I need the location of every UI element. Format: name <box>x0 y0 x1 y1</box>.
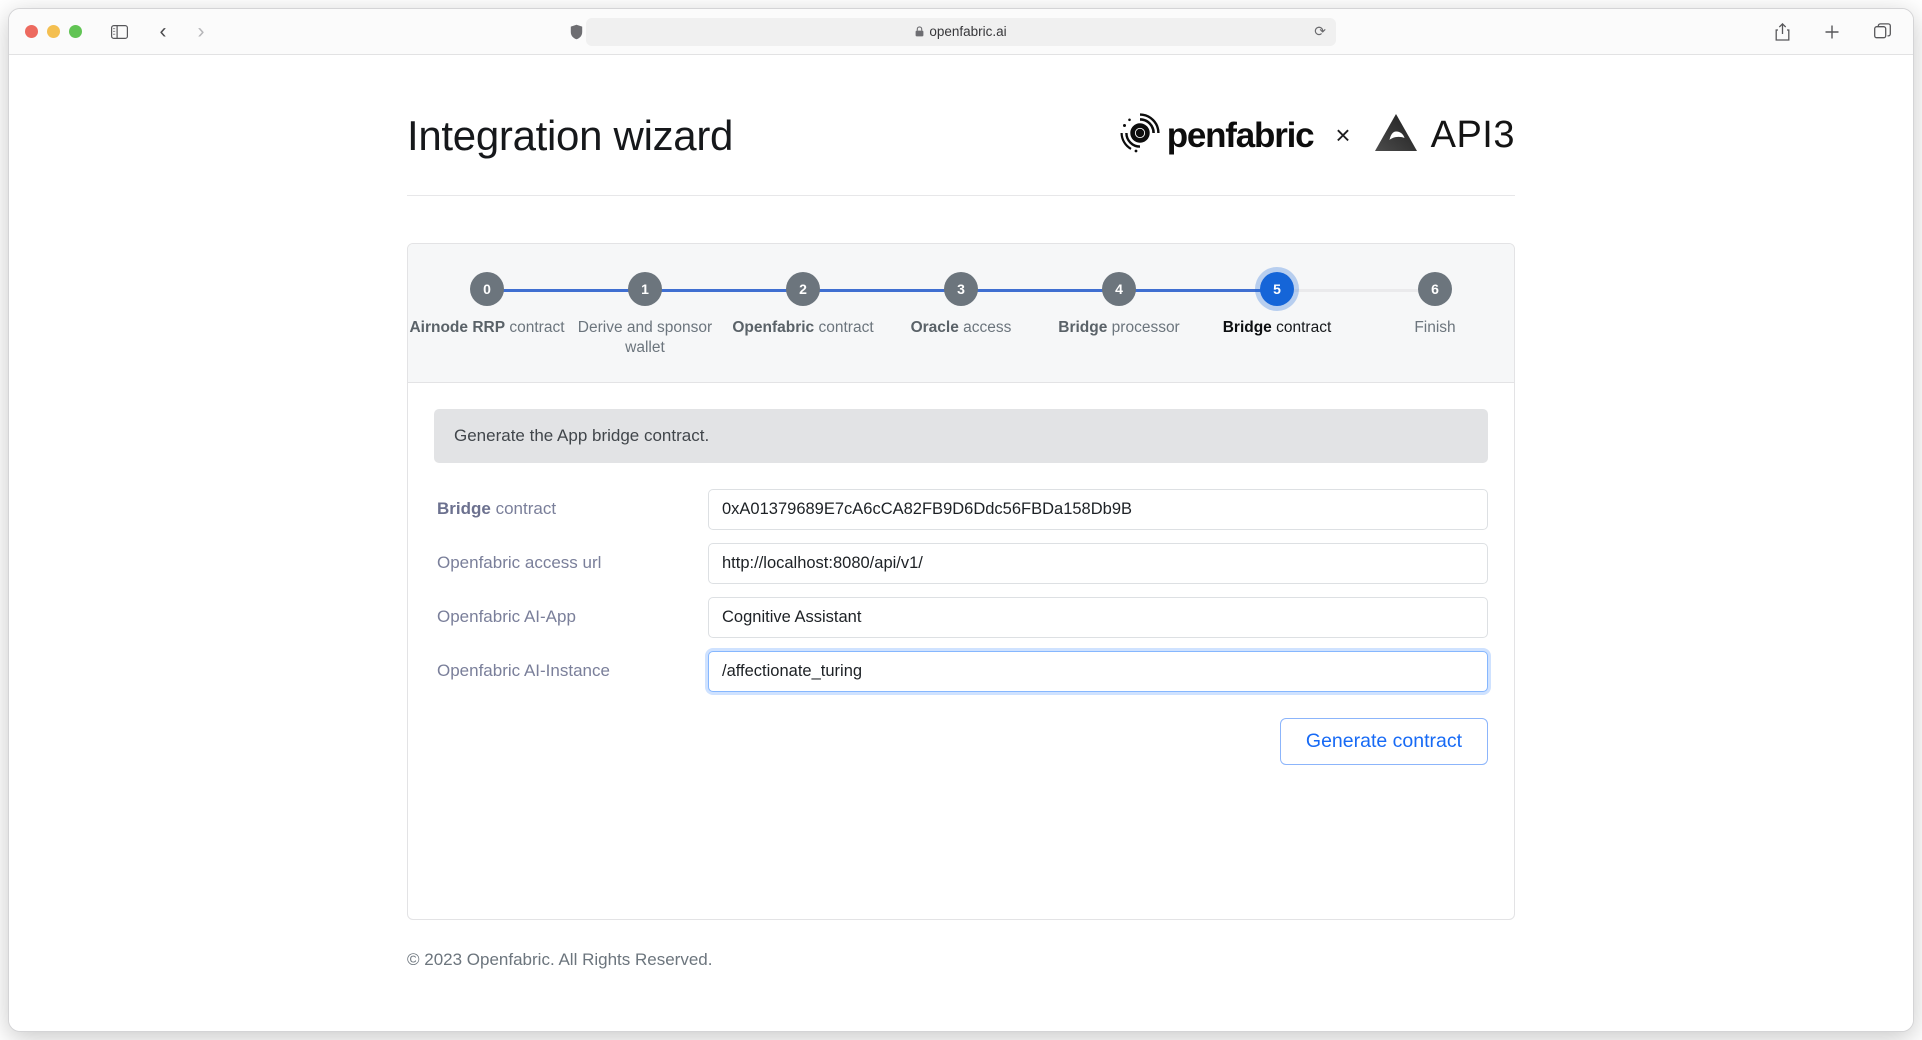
generate-contract-button[interactable]: Generate contract <box>1279 717 1488 765</box>
label-rest-openfabric-ai-app: Openfabric AI-App <box>437 607 576 627</box>
stepper-label-rest-0: contract <box>505 319 565 336</box>
stepper-step-2[interactable]: 2 Openfabric contract <box>724 272 961 358</box>
brand-lockup: penfabric × API3 <box>1115 110 1515 161</box>
stepper-step-4[interactable]: 4 Bridge processor <box>1040 272 1277 358</box>
input-openfabric-ai-app[interactable] <box>708 596 1488 638</box>
form-row-openfabric-ai-app: Openfabric AI-App <box>434 596 1488 638</box>
openfabric-logo-icon <box>1115 110 1165 161</box>
stepper-circle-0: 0 <box>470 272 504 306</box>
stepper-label-bold-2: Openfabric <box>732 319 815 336</box>
input-bridge-contract[interactable] <box>708 488 1488 530</box>
lock-icon <box>915 26 924 37</box>
stepper-step-0[interactable]: 0 Airnode RRP contract <box>408 272 645 358</box>
stepper-circle-6: 6 <box>1418 272 1452 306</box>
form-row-openfabric-access-url: Openfabric access url <box>434 542 1488 584</box>
stepper-label-1: Derive and sponsor wallet <box>566 318 724 358</box>
label-openfabric-ai-instance: Openfabric AI-Instance <box>434 661 708 681</box>
address-bar-text: openfabric.ai <box>915 24 1007 39</box>
stepper-label-bold-4: Bridge <box>1058 319 1108 336</box>
label-rest-openfabric-ai-instance: Openfabric AI-Instance <box>437 661 610 681</box>
wizard-actions: Generate contract <box>434 717 1488 765</box>
page-container: Integration wizard penfabric × API3 0 Ai… <box>407 55 1515 990</box>
openfabric-logo: penfabric <box>1115 110 1315 161</box>
stepper-label-rest-2: contract <box>814 319 874 336</box>
minimize-window-button[interactable] <box>47 25 60 38</box>
stepper-label-rest-6: Finish <box>1414 319 1456 336</box>
wizard-card: 0 Airnode RRP contract 1 Derive and spon… <box>407 243 1515 920</box>
form-row-openfabric-ai-instance: Openfabric AI-Instance <box>434 650 1488 692</box>
input-openfabric-access-url[interactable] <box>708 542 1488 584</box>
zoom-window-button[interactable] <box>69 25 82 38</box>
stepper-label-bold-5: Bridge <box>1222 319 1272 336</box>
stepper-label-3: Oracle access <box>911 318 1012 338</box>
stepper-label-6: Finish <box>1414 318 1455 338</box>
browser-window: ‹ › openfabric.ai ⟳ Integration wizard p… <box>8 8 1914 1032</box>
form-row-bridge-contract: Bridge contract <box>434 488 1488 530</box>
page-content: Integration wizard penfabric × API3 0 Ai… <box>9 55 1913 1031</box>
label-rest-bridge-contract: contract <box>490 499 557 519</box>
sidebar-icon[interactable] <box>104 19 134 45</box>
stepper-circle-4: 4 <box>1102 272 1136 306</box>
page-header: Integration wizard penfabric × API3 <box>407 110 1515 196</box>
address-bar-url: openfabric.ai <box>929 24 1007 39</box>
stepper-label-2: Openfabric contract <box>732 318 873 338</box>
label-bold-bridge-contract: Bridge <box>437 499 491 519</box>
toolbar-right-actions <box>1767 19 1897 45</box>
openfabric-wordmark: penfabric <box>1166 115 1315 155</box>
label-rest-openfabric-access-url: Openfabric access url <box>437 553 602 573</box>
plus-icon[interactable] <box>1817 19 1847 45</box>
wizard-instruction-alert: Generate the App bridge contract. <box>434 408 1488 463</box>
page-footer: © 2023 Openfabric. All Rights Reserved. <box>407 949 713 969</box>
stepper-circle-3: 3 <box>944 272 978 306</box>
stepper-label-4: Bridge processor <box>1058 318 1179 338</box>
address-bar[interactable]: openfabric.ai ⟳ <box>586 17 1336 46</box>
browser-toolbar: ‹ › openfabric.ai ⟳ <box>9 9 1913 55</box>
window-traffic-lights <box>25 25 82 38</box>
label-openfabric-ai-app: Openfabric AI-App <box>434 607 708 627</box>
stepper-label-0: Airnode RRP contract <box>409 318 564 338</box>
stepper-label-bold-3: Oracle <box>910 319 959 336</box>
stepper-step-6[interactable]: 6 Finish <box>1356 272 1514 358</box>
api3-triangle-logo-icon <box>1373 112 1419 159</box>
stepper-label-rest-3: access <box>958 319 1012 336</box>
stepper-label-rest-5: contract <box>1271 319 1332 336</box>
api3-wordmark: API3 <box>1430 114 1515 156</box>
wizard-body: Generate the App bridge contract. Bridge… <box>408 383 1514 919</box>
address-bar-zone: openfabric.ai ⟳ <box>9 17 1913 46</box>
stepper-circle-1: 1 <box>628 272 662 306</box>
stepper-step-5[interactable]: 5 Bridge contract <box>1198 272 1435 358</box>
share-icon[interactable] <box>1767 19 1797 45</box>
label-bridge-contract: Bridge contract <box>434 499 708 519</box>
stepper-circle-2: 2 <box>786 272 820 306</box>
stepper-step-3[interactable]: 3 Oracle access <box>882 272 1119 358</box>
logo-separator-x-icon: × <box>1335 120 1351 150</box>
stepper-label-5: Bridge contract <box>1223 318 1332 338</box>
label-openfabric-access-url: Openfabric access url <box>434 553 708 573</box>
navigation-buttons: ‹ › <box>148 19 216 45</box>
chevron-right-icon[interactable]: › <box>186 19 216 45</box>
wizard-stepper: 0 Airnode RRP contract 1 Derive and spon… <box>408 244 1514 383</box>
stepper-label-rest-1: Derive and sponsor wallet <box>577 319 713 356</box>
reload-icon[interactable]: ⟳ <box>1314 23 1326 40</box>
close-window-button[interactable] <box>25 25 38 38</box>
stepper-step-1[interactable]: 1 Derive and sponsor wallet <box>566 272 803 358</box>
chevron-left-icon[interactable]: ‹ <box>148 19 178 45</box>
input-openfabric-ai-instance[interactable] <box>708 650 1488 692</box>
tabs-overview-icon[interactable] <box>1867 19 1897 45</box>
stepper-label-rest-4: processor <box>1107 319 1180 336</box>
api3-logo: API3 <box>1373 112 1515 159</box>
page-title: Integration wizard <box>407 111 734 159</box>
stepper-circle-5: 5 <box>1260 272 1294 306</box>
stepper-label-bold-0: Airnode RRP <box>409 319 506 336</box>
